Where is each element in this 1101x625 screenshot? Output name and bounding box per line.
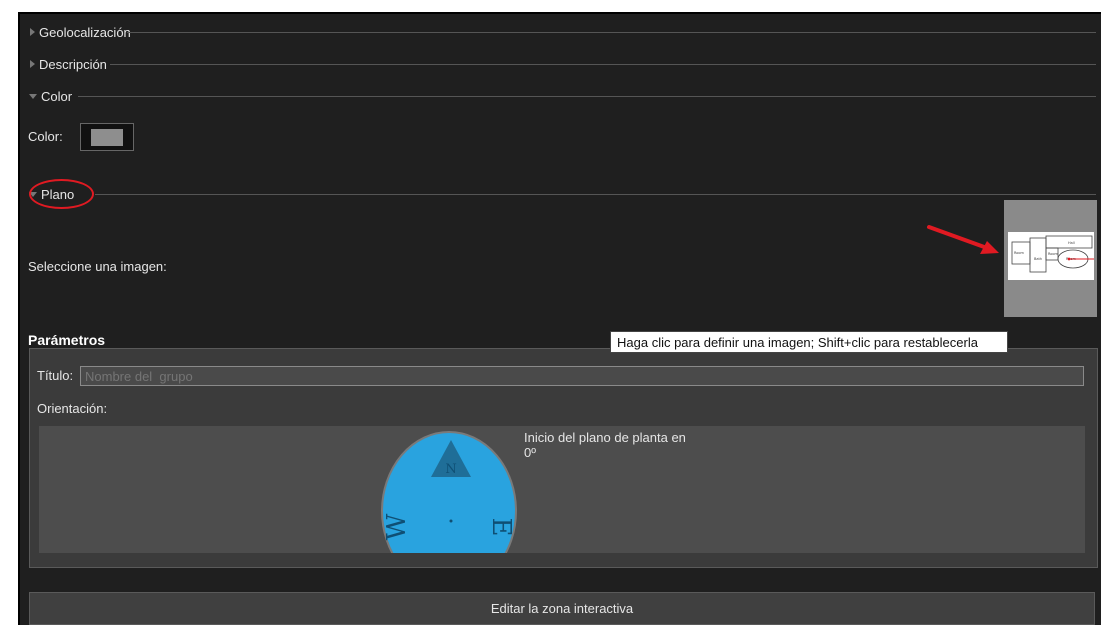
section-descripcion[interactable]: Descripción [20,54,107,74]
section-label: Geolocalización [39,24,131,40]
edit-hotspot-button[interactable]: Editar la zona interactiva [29,592,1095,625]
section-divider [127,32,1096,33]
compass-dial[interactable]: N E W [379,429,519,553]
collapse-triangle-icon [29,93,37,99]
parametros-heading: Parámetros [28,332,106,348]
section-divider [95,194,1096,195]
section-color[interactable]: Color [20,86,72,106]
compass-center-dot [449,519,453,523]
section-divider [110,64,1096,65]
annotation-arrow-icon [927,225,999,254]
svg-text:Bath: Bath [1034,257,1042,261]
svg-text:Hall: Hall [1068,241,1075,245]
compass-west-label: W [382,513,412,540]
expand-triangle-icon [30,28,35,36]
orientation-area: N E W Inicio del plano de planta en 0º [39,426,1085,553]
floorplan-thumbnail: Room Bath Hall Room Room [1008,232,1094,280]
parametros-panel: Título: Orientación: N E W Inicio del pl… [29,348,1098,568]
expand-triangle-icon [30,60,35,68]
section-divider [78,96,1096,97]
compass-north-label: N [445,462,456,477]
editor-panel: Geolocalización Descripción Color Color:… [18,12,1101,625]
section-label: Color [41,88,73,104]
color-swatch-fill [91,129,123,146]
color-swatch-button[interactable] [80,123,134,151]
plano-highlight-circle [29,179,94,209]
compass-east-label: E [486,518,516,537]
orientation-label: Orientación: [37,401,108,416]
svg-text:Room: Room [1048,252,1059,256]
section-geolocalizacion[interactable]: Geolocalización [20,22,131,42]
select-image-label: Seleccione una imagen: [28,259,167,274]
floorplan-start-label: Inicio del plano de planta en [524,430,686,445]
floorplan-start-value[interactable]: 0º [524,445,536,460]
svg-text:Room: Room [1014,251,1025,255]
image-thumbnail-button[interactable]: Room Bath Hall Room Room [1004,200,1097,317]
color-label: Color: [28,129,63,144]
image-tooltip: Haga clic para definir una imagen; Shift… [610,331,1008,353]
section-label: Descripción [39,56,107,72]
title-input[interactable] [80,366,1084,386]
title-label: Título: [37,368,74,383]
